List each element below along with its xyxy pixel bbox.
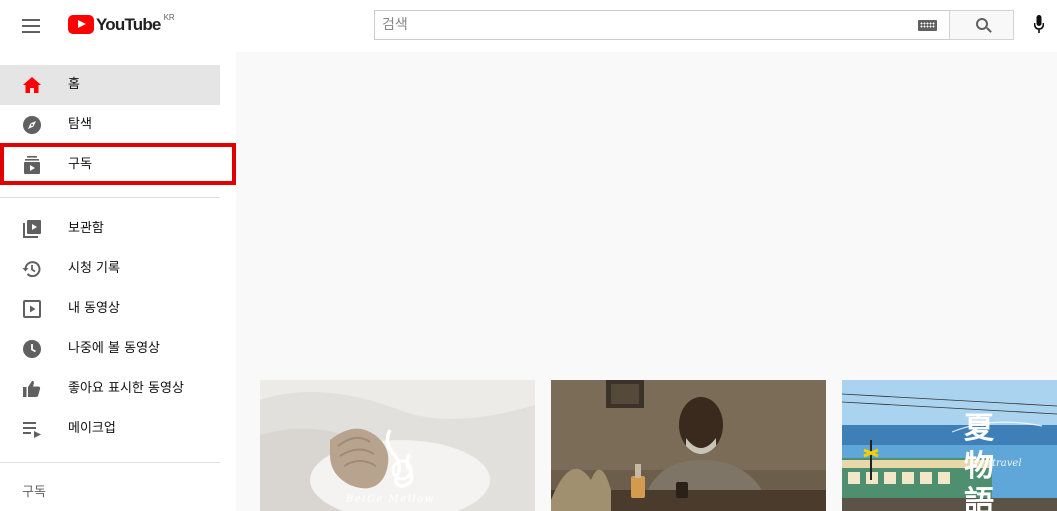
sidebar-item-liked-videos[interactable]: 좋아요 표시한 동영상 (0, 369, 220, 409)
playlist-icon (23, 422, 41, 438)
search-input[interactable] (375, 11, 905, 39)
sidebar-item-label: 시청 기록 (68, 261, 120, 276)
sidebar-item-label: 홈 (68, 77, 80, 92)
thumbs-up-icon (23, 380, 41, 397)
youtube-logo[interactable]: YouTube KR (68, 13, 175, 36)
sidebar-item-label: 메이크업 (68, 421, 116, 436)
keyboard-icon[interactable] (918, 20, 937, 31)
voice-search-button[interactable] (1024, 10, 1054, 40)
sidebar-item-label: 보관함 (68, 221, 104, 236)
home-icon (23, 77, 41, 93)
sidebar-divider (0, 462, 220, 463)
microphone-icon (1034, 15, 1044, 33)
region-code: KR (163, 13, 175, 22)
youtube-play-icon (68, 15, 94, 34)
sidebar-item-label: 좋아요 표시한 동영상 (68, 381, 184, 396)
video-thumbnail[interactable]: 夏 物 語 travel (842, 380, 1057, 511)
svg-text:BeiGe Mellow: BeiGe Mellow (345, 494, 435, 505)
sidebar-item-home[interactable]: 홈 (0, 65, 220, 105)
my-videos-icon (23, 300, 41, 318)
search-box (374, 10, 949, 40)
svg-text:夏: 夏 (964, 411, 995, 446)
sidebar-divider (0, 197, 220, 198)
subscriptions-icon (24, 156, 40, 174)
sidebar-item-subscriptions[interactable]: 구독 (0, 145, 220, 185)
sidebar-item-library[interactable]: 보관함 (0, 209, 220, 249)
subscriptions-section-title: 구독 (22, 485, 46, 500)
sidebar-item-history[interactable]: 시청 기록 (0, 249, 220, 289)
svg-text:語: 語 (964, 485, 994, 511)
thumbnail-image-socks: BeiGe Mellow (260, 380, 535, 511)
search-icon (976, 18, 988, 30)
sidebar-item-watch-later[interactable]: 나중에 볼 동영상 (0, 329, 220, 369)
explore-icon (23, 116, 41, 134)
sidebar-item-my-videos[interactable]: 내 동영상 (0, 289, 220, 329)
main-content: BeiGe Mellow 夏 物 語 travel (236, 52, 1057, 511)
sidebar: 홈 탐색 구독 보관함 시청 기록 내 동영상 나중에 볼 동영상 좋아요 표시… (0, 52, 236, 511)
sidebar-item-explore[interactable]: 탐색 (0, 105, 220, 145)
sidebar-item-label: 탐색 (68, 117, 92, 132)
masthead: YouTube KR (0, 0, 1057, 52)
thumbnail-image-man-at-table (551, 380, 826, 511)
video-thumbnail[interactable]: BeiGe Mellow (260, 380, 535, 511)
watch-later-icon (23, 340, 41, 358)
sidebar-item-label: 나중에 볼 동영상 (68, 341, 160, 356)
thumbnail-image-train: 夏 物 語 travel (842, 380, 1057, 511)
sidebar-item-playlist-makeup[interactable]: 메이크업 (0, 409, 220, 449)
library-icon (23, 220, 41, 238)
sidebar-item-label: 구독 (68, 157, 92, 172)
video-thumbnail[interactable] (551, 380, 826, 511)
search-button[interactable] (949, 10, 1014, 40)
logo-text: YouTube (96, 15, 161, 34)
sidebar-item-label: 내 동영상 (68, 301, 120, 316)
svg-text:物: 物 (964, 449, 994, 484)
svg-text:travel: travel (992, 458, 1022, 469)
menu-icon[interactable] (20, 14, 44, 38)
history-icon (22, 261, 41, 278)
